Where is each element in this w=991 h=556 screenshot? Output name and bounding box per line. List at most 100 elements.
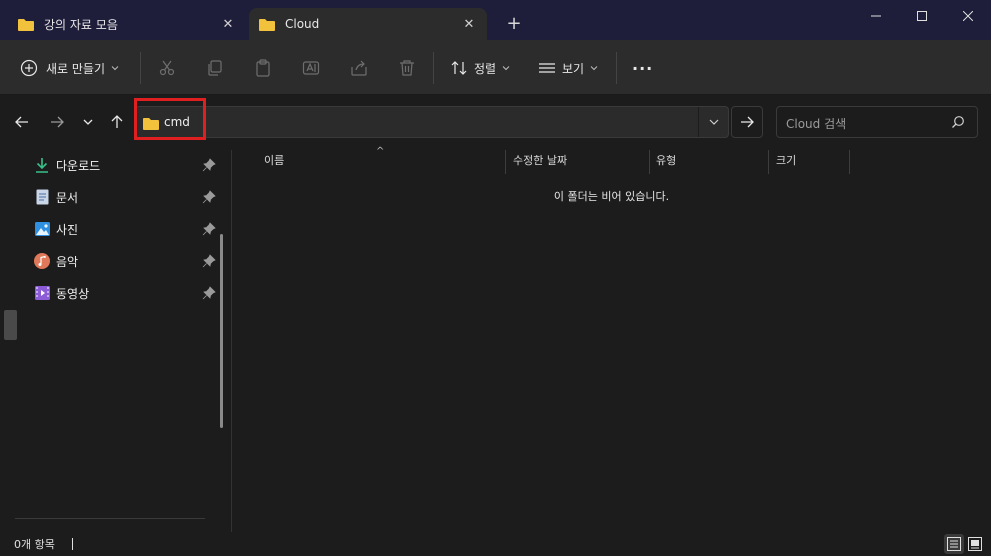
chevron-down-icon bbox=[709, 119, 719, 125]
address-history-button[interactable] bbox=[698, 107, 729, 137]
folder-icon bbox=[18, 18, 34, 31]
tab-close-icon[interactable]: ✕ bbox=[461, 17, 477, 32]
arrow-left-icon bbox=[15, 116, 28, 128]
more-options-button[interactable]: ··· bbox=[632, 54, 653, 82]
search-placeholder: Cloud 검색 bbox=[786, 117, 847, 131]
new-tab-button[interactable]: + bbox=[502, 13, 526, 37]
column-header-modified[interactable]: 수정한 날짜 bbox=[513, 150, 567, 174]
music-icon bbox=[34, 253, 50, 269]
divider bbox=[15, 518, 205, 519]
column-separator[interactable] bbox=[768, 150, 769, 174]
folder-icon bbox=[259, 18, 275, 31]
navigation-pane: 다운로드 문서 사진 음악 동영상 bbox=[0, 150, 225, 532]
pin-icon[interactable] bbox=[202, 158, 216, 172]
sort-icon bbox=[451, 61, 467, 75]
chevron-down-icon bbox=[83, 119, 93, 125]
sidebar-item-label: 다운로드 bbox=[56, 158, 101, 173]
left-scroll-thumb[interactable] bbox=[4, 310, 17, 340]
copy-button[interactable] bbox=[206, 54, 224, 82]
new-button[interactable]: 새로 만들기 bbox=[20, 54, 119, 82]
column-header-name[interactable]: 이름 bbox=[264, 150, 284, 174]
details-view-icon bbox=[947, 537, 961, 551]
back-button[interactable] bbox=[10, 110, 34, 134]
tab-close-icon[interactable]: ✕ bbox=[220, 17, 236, 32]
sidebar-item-music[interactable]: 음악 bbox=[34, 248, 216, 274]
close-window-button[interactable] bbox=[945, 0, 991, 32]
plus-circle-icon bbox=[20, 59, 38, 77]
column-header-type[interactable]: 유형 bbox=[656, 150, 676, 174]
rename-icon bbox=[302, 61, 320, 75]
divider bbox=[433, 52, 434, 84]
minimize-button[interactable] bbox=[853, 0, 899, 32]
arrow-up-icon bbox=[111, 115, 123, 128]
cut-button[interactable] bbox=[158, 54, 176, 82]
chevron-down-icon bbox=[502, 66, 510, 71]
sidebar-scrollbar[interactable] bbox=[220, 234, 223, 428]
view-button[interactable]: 보기 bbox=[538, 54, 598, 82]
close-icon bbox=[963, 11, 973, 21]
tab-lecture-materials[interactable]: 강의 자료 모음 ✕ bbox=[8, 8, 246, 40]
pin-icon[interactable] bbox=[202, 286, 216, 300]
address-highlight-box bbox=[134, 98, 206, 140]
status-divider bbox=[72, 538, 73, 550]
address-bar[interactable]: cmd bbox=[135, 106, 729, 138]
sidebar-item-label: 음악 bbox=[56, 254, 79, 269]
download-icon bbox=[34, 157, 50, 173]
arrow-right-icon bbox=[51, 116, 64, 128]
sidebar-item-label: 동영상 bbox=[56, 286, 90, 301]
sidebar-item-videos[interactable]: 동영상 bbox=[34, 280, 216, 306]
status-bar: 0개 항목 bbox=[0, 532, 991, 556]
column-separator[interactable] bbox=[649, 150, 650, 174]
column-separator[interactable] bbox=[849, 150, 850, 174]
large-icons-view-button[interactable] bbox=[965, 534, 985, 554]
view-label: 보기 bbox=[562, 61, 585, 76]
pin-icon[interactable] bbox=[202, 222, 216, 236]
paste-button[interactable] bbox=[254, 54, 272, 82]
clipboard-icon bbox=[256, 59, 270, 77]
command-bar: 새로 만들기 정렬 보기 ··· bbox=[0, 40, 991, 95]
maximize-button[interactable] bbox=[899, 0, 945, 32]
rename-button[interactable] bbox=[302, 54, 320, 82]
column-header-size[interactable]: 크기 bbox=[776, 150, 796, 174]
item-count: 0개 항목 bbox=[14, 538, 55, 551]
up-button[interactable] bbox=[105, 110, 129, 134]
view-list-icon bbox=[539, 63, 555, 73]
divider bbox=[140, 52, 141, 84]
chevron-down-icon bbox=[111, 66, 119, 71]
sort-button[interactable]: 정렬 bbox=[450, 54, 510, 82]
sidebar-item-label: 사진 bbox=[56, 222, 79, 237]
scissors-icon bbox=[159, 60, 175, 76]
tiles-view-icon bbox=[968, 537, 982, 551]
picture-icon bbox=[34, 221, 50, 237]
search-input[interactable]: Cloud 검색 bbox=[776, 106, 978, 138]
sort-ascending-icon: ^ bbox=[376, 146, 385, 157]
sidebar-item-pictures[interactable]: 사진 bbox=[34, 216, 216, 242]
search-icon[interactable] bbox=[951, 115, 965, 129]
tab-cloud[interactable]: Cloud ✕ bbox=[249, 8, 487, 40]
chevron-down-icon bbox=[590, 66, 598, 71]
copy-icon bbox=[208, 60, 222, 76]
maximize-icon bbox=[917, 11, 927, 21]
video-icon bbox=[34, 285, 50, 301]
delete-button[interactable] bbox=[398, 54, 416, 82]
new-label: 새로 만들기 bbox=[46, 61, 106, 76]
share-icon bbox=[351, 60, 367, 76]
sort-label: 정렬 bbox=[474, 61, 497, 76]
empty-folder-message: 이 폴더는 비어 있습니다. bbox=[553, 190, 670, 203]
go-button[interactable] bbox=[731, 106, 763, 138]
pin-icon[interactable] bbox=[202, 254, 216, 268]
arrow-right-icon bbox=[741, 116, 754, 128]
tab-label: Cloud bbox=[285, 17, 320, 31]
column-separator[interactable] bbox=[505, 150, 506, 174]
share-button[interactable] bbox=[350, 54, 368, 82]
divider bbox=[616, 52, 617, 84]
trash-icon bbox=[400, 60, 414, 76]
sidebar-item-downloads[interactable]: 다운로드 bbox=[34, 152, 216, 178]
pane-divider[interactable] bbox=[231, 150, 232, 532]
tab-label: 강의 자료 모음 bbox=[44, 17, 118, 32]
forward-button[interactable] bbox=[45, 110, 69, 134]
recent-locations-button[interactable] bbox=[76, 110, 100, 134]
details-view-button[interactable] bbox=[944, 534, 964, 554]
title-bar: 강의 자료 모음 ✕ Cloud ✕ + bbox=[0, 0, 991, 40]
minimize-icon bbox=[871, 15, 881, 17]
